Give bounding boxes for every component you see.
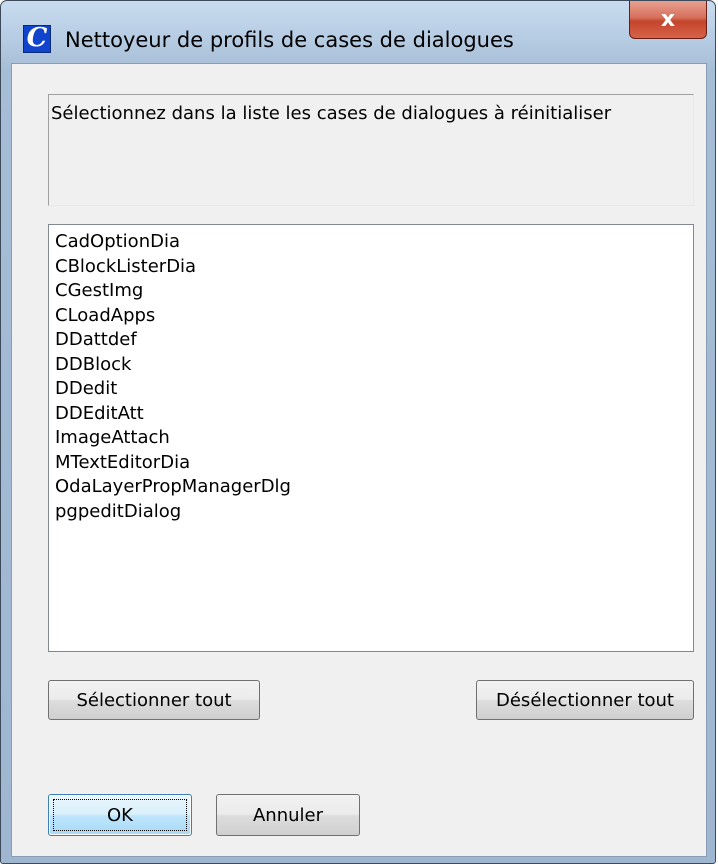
- list-item[interactable]: DDattdef: [49, 328, 693, 353]
- list-item[interactable]: CBlockListerDia: [49, 255, 693, 280]
- list-item[interactable]: DDedit: [49, 377, 693, 402]
- list-item[interactable]: pgpeditDialog: [49, 500, 693, 525]
- list-item[interactable]: DDEditAtt: [49, 402, 693, 427]
- app-logo-icon[interactable]: C: [23, 25, 51, 53]
- instruction-text: Sélectionnez dans la liste les cases de …: [51, 103, 612, 124]
- close-icon: x: [660, 6, 676, 32]
- title-bar[interactable]: C Nettoyeur de profils de cases de dialo…: [1, 1, 715, 61]
- dialog-window: C Nettoyeur de profils de cases de dialo…: [0, 0, 716, 864]
- focus-rectangle: [53, 799, 187, 831]
- list-item[interactable]: ImageAttach: [49, 426, 693, 451]
- list-item[interactable]: CadOptionDia: [49, 230, 693, 255]
- app-logo-glyph: C: [26, 23, 48, 53]
- list-item[interactable]: CGestImg: [49, 279, 693, 304]
- deselect-all-button[interactable]: Désélectionner tout: [476, 680, 694, 720]
- dialog-profile-list[interactable]: CadOptionDia CBlockListerDia CGestImg CL…: [48, 224, 694, 652]
- list-item[interactable]: OdaLayerPropManagerDlg: [49, 475, 693, 500]
- cancel-button[interactable]: Annuler: [216, 794, 360, 836]
- ok-button[interactable]: OK: [48, 794, 192, 836]
- instruction-panel: Sélectionnez dans la liste les cases de …: [48, 94, 694, 206]
- close-button[interactable]: x: [629, 1, 707, 39]
- list-item[interactable]: CLoadApps: [49, 304, 693, 329]
- dialog-client-area: Sélectionnez dans la liste les cases de …: [11, 63, 707, 857]
- list-item[interactable]: DDBlock: [49, 353, 693, 378]
- select-all-button[interactable]: Sélectionner tout: [48, 680, 260, 720]
- list-item[interactable]: MTextEditorDia: [49, 451, 693, 476]
- window-title: Nettoyeur de profils de cases de dialogu…: [65, 28, 514, 52]
